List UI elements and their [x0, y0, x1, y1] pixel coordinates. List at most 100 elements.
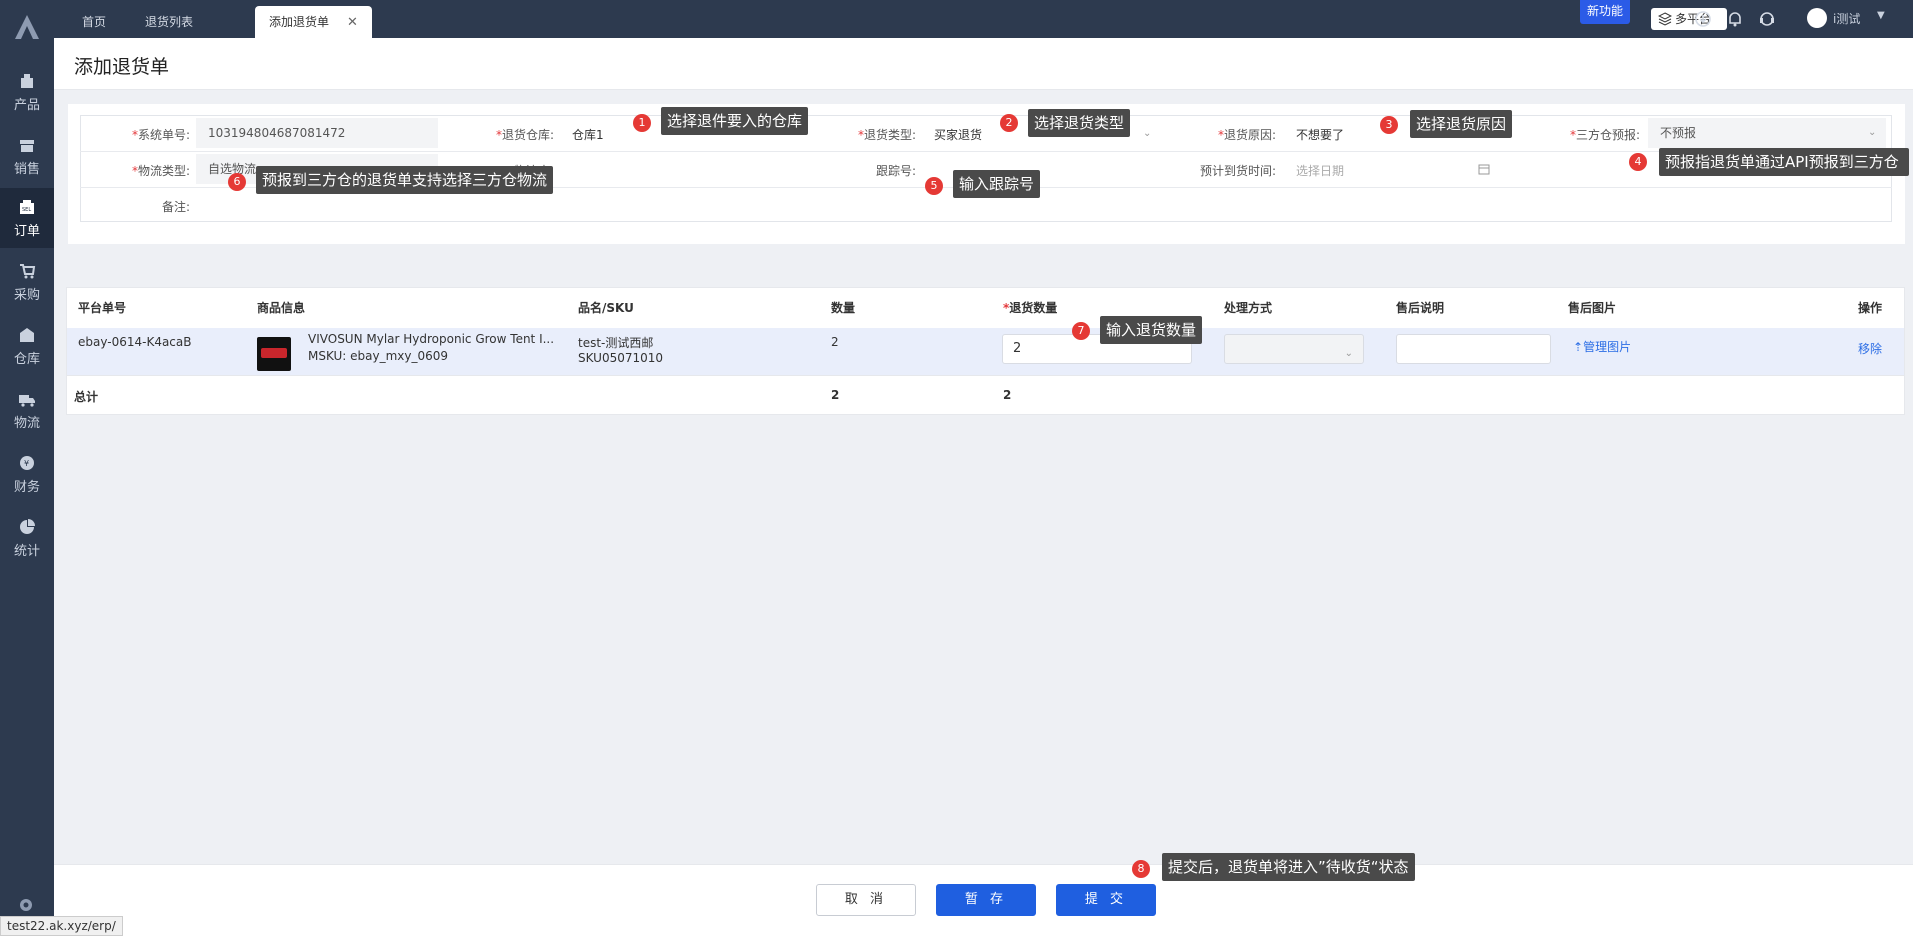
- sidebar-item-logistics[interactable]: 物流: [0, 380, 54, 440]
- avatar[interactable]: [1807, 8, 1827, 28]
- warehouse-icon: [20, 328, 34, 342]
- page-header: 添加退货单: [54, 38, 1913, 90]
- shop-icon: [20, 140, 34, 152]
- cancel-button[interactable]: 取 消: [816, 884, 916, 916]
- sidebar-item-label: 物流: [13, 416, 40, 431]
- order-icon: SEL: [20, 200, 34, 214]
- sidebar-item-label: 统计: [13, 544, 40, 559]
- layers-icon: [1658, 12, 1672, 26]
- divider: [80, 151, 1892, 152]
- third-party-forecast-select[interactable]: 不预报: [1648, 118, 1886, 148]
- callout-tip: 输入跟踪号: [953, 170, 1041, 198]
- system-no-label: *系统单号:: [131, 128, 190, 142]
- sidebar-item-label: 订单: [13, 224, 40, 239]
- sidebar-item-label: 采购: [13, 288, 40, 303]
- cart-icon: [20, 264, 36, 279]
- eta-date-picker[interactable]: 选择日期: [1296, 162, 1344, 179]
- product-title: VIVOSUN Mylar Hydroponic Grow Tent I...: [308, 332, 555, 346]
- multi-platform-button[interactable]: 多平台: [1651, 8, 1727, 30]
- chevron-down-icon[interactable]: ⌄: [1868, 127, 1876, 138]
- sidebar-item-sales[interactable]: 销售: [0, 126, 54, 186]
- return-reason-label: *退货原因:: [1217, 128, 1276, 142]
- return-reason-select[interactable]: 不想要了: [1296, 126, 1344, 143]
- box-icon: [21, 74, 33, 88]
- remove-link[interactable]: 移除: [1858, 340, 1882, 357]
- callout-tip: 输入退货数量: [1100, 316, 1203, 344]
- col-after-sale-note: 售后说明: [1396, 301, 1445, 315]
- sidebar-item-finance[interactable]: ¥ 财务: [0, 444, 54, 504]
- manage-images-link[interactable]: ⇡管理图片: [1573, 338, 1631, 355]
- col-action: 操作: [1858, 301, 1883, 315]
- sidebar-item-warehouse[interactable]: 仓库: [0, 316, 54, 376]
- callout-badge: 2: [1000, 114, 1018, 132]
- user-name[interactable]: i测试: [1833, 10, 1860, 27]
- return-type-label: *退货类型:: [857, 128, 916, 142]
- sidebar-item-label: 产品: [13, 98, 40, 113]
- gear-icon[interactable]: [17, 896, 35, 914]
- support-icon[interactable]: [1758, 10, 1776, 28]
- return-warehouse-label: *退货仓库:: [495, 128, 554, 142]
- sidebar-item-label: 销售: [13, 162, 40, 177]
- tab-label: 退货列表: [145, 15, 194, 29]
- sidebar-item-statistics[interactable]: 统计: [0, 508, 54, 568]
- callout-badge: 3: [1380, 116, 1398, 134]
- return-items-table: 平台单号 商品信息 品名/SKU 数量 *退货数量 处理方式 售后说明 售后图片…: [66, 287, 1905, 415]
- return-warehouse-select[interactable]: 仓库1: [572, 126, 604, 143]
- col-name-sku: 品名/SKU: [578, 301, 634, 315]
- table-total-row: 总计 2 2: [67, 375, 1904, 415]
- after-sale-note-input[interactable]: [1396, 334, 1551, 364]
- callout-badge: 1: [633, 114, 651, 132]
- sidebar-item-products[interactable]: 产品: [0, 62, 54, 122]
- product-msku: MSKU: ebay_mxy_0609: [308, 349, 449, 363]
- col-platform-no: 平台单号: [78, 301, 127, 315]
- tracking-no-label: 跟踪号:: [875, 164, 916, 178]
- handling-select[interactable]: ⌄: [1224, 334, 1364, 364]
- eta-label: 预计到货时间:: [1199, 164, 1276, 178]
- callout-badge: 5: [925, 177, 943, 195]
- callout-tip: 选择退货类型: [1028, 109, 1131, 137]
- sidebar-item-purchase[interactable]: 采购: [0, 252, 54, 312]
- table-row: ebay-0614-K4acaB VIVOSUN Mylar Hydroponi…: [67, 328, 1904, 375]
- col-handling: 处理方式: [1224, 301, 1273, 315]
- chevron-down-icon[interactable]: ⌄: [1143, 128, 1151, 139]
- sidebar-item-label: 仓库: [13, 352, 40, 367]
- finance-icon: ¥: [20, 456, 34, 470]
- total-label: 总计: [74, 390, 99, 404]
- col-after-sale-image: 售后图片: [1568, 301, 1617, 315]
- callout-tip: 选择退货原因: [1410, 110, 1513, 138]
- col-product-info: 商品信息: [257, 301, 306, 315]
- platform-no-cell: ebay-0614-K4acaB: [78, 335, 192, 349]
- col-return-qty: *退货数量: [1003, 301, 1058, 315]
- callout-badge: 4: [1629, 153, 1647, 171]
- tab-add-return[interactable]: 添加退货单 ✕: [255, 6, 372, 38]
- tab-home[interactable]: 首页: [68, 6, 120, 38]
- callout-badge: 7: [1072, 322, 1090, 340]
- svg-text:SEL: SEL: [22, 207, 31, 213]
- product-sku: SKU05071010: [578, 351, 664, 365]
- bell-icon[interactable]: [1726, 10, 1744, 28]
- callout-tip: 提交后，退货单将进入”待收货“状态: [1162, 853, 1415, 881]
- tab-label: 添加退货单: [269, 15, 330, 29]
- close-icon[interactable]: ✕: [347, 15, 358, 30]
- callout-tip: 选择退件要入的仓库: [661, 107, 809, 135]
- tab-return-list[interactable]: 退货列表: [131, 6, 207, 38]
- logistics-type-label: *物流类型:: [131, 164, 190, 178]
- chevron-down-icon[interactable]: ▼: [1877, 10, 1885, 21]
- tab-bar: 首页 退货列表 添加退货单 ✕ 新功能 多平台: [54, 0, 1913, 38]
- col-qty: 数量: [831, 301, 856, 315]
- submit-button[interactable]: 提 交: [1056, 884, 1156, 916]
- upload-icon: ⇡: [1573, 340, 1584, 354]
- return-type-select[interactable]: 买家退货: [934, 126, 982, 143]
- total-qty: 2: [831, 388, 840, 402]
- save-draft-button[interactable]: 暂 存: [936, 884, 1036, 916]
- remark-label: 备注:: [161, 200, 190, 214]
- callout-tip: 预报到三方仓的退货单支持选择三方仓物流: [256, 166, 554, 194]
- calendar-icon[interactable]: [1478, 163, 1490, 175]
- new-feature-badge[interactable]: 新功能: [1580, 0, 1630, 24]
- pie-icon: [20, 519, 35, 534]
- qty-cell: 2: [831, 335, 839, 349]
- sidebar-item-orders[interactable]: SEL 订单: [0, 188, 54, 248]
- download-icon[interactable]: [1694, 10, 1712, 28]
- sidebar: 产品 销售 SEL 订单 采购 仓库 物流 ¥ 财务 统计: [0, 0, 54, 936]
- logo-icon[interactable]: [12, 12, 42, 42]
